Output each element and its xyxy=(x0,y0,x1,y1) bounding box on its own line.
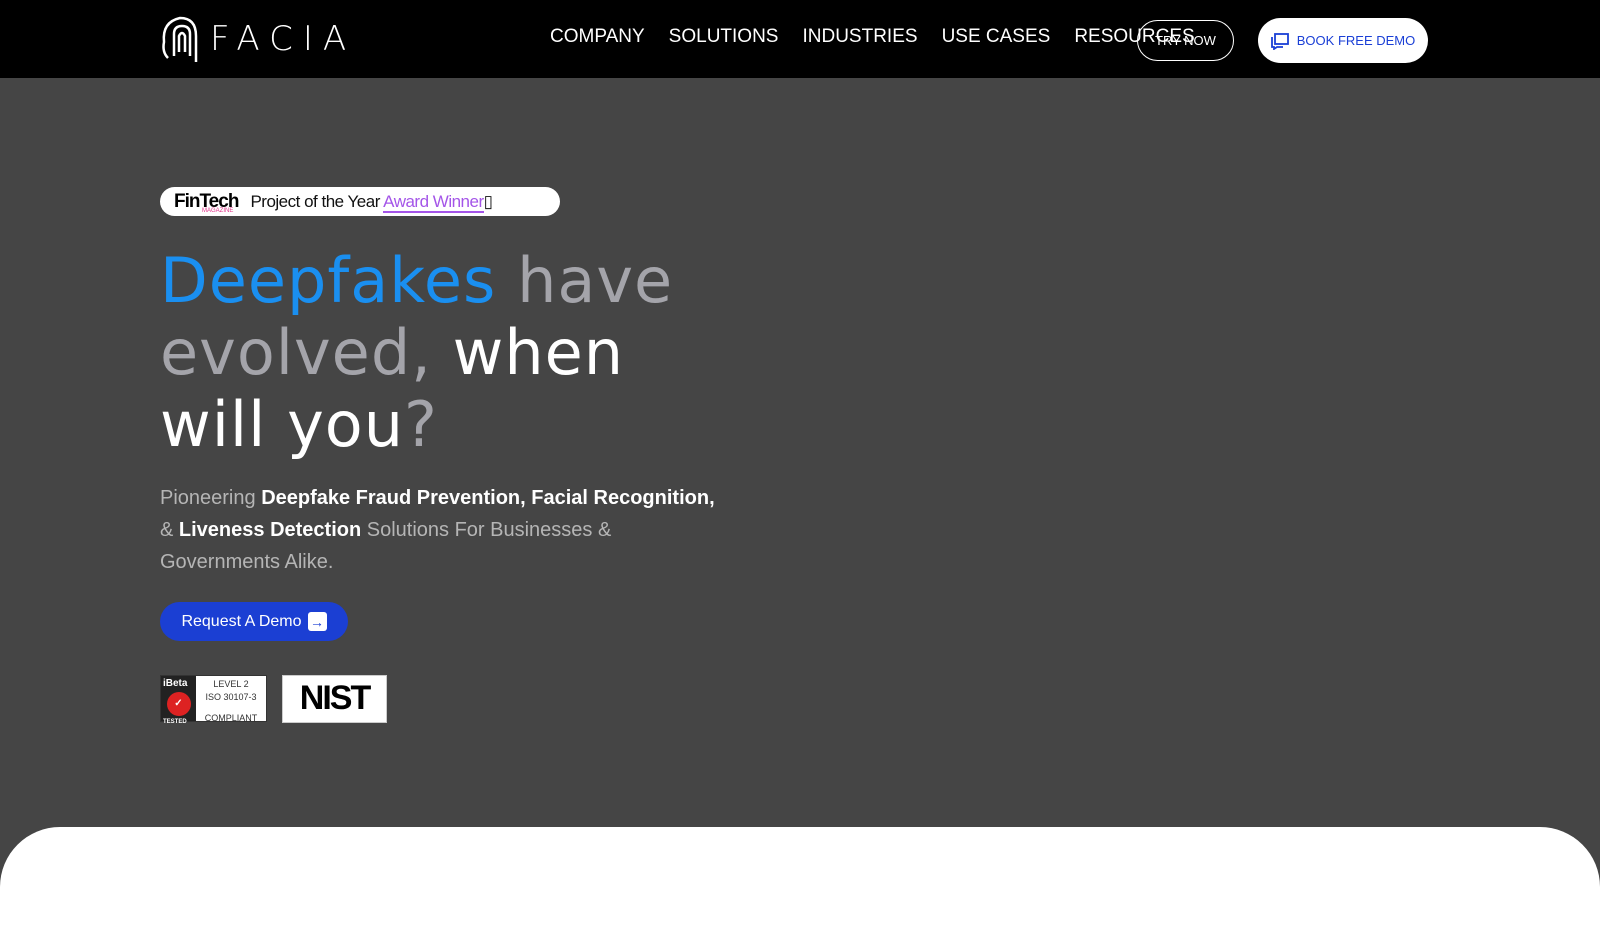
hero-title: Deepfakes have evolved, when will you? xyxy=(160,244,674,461)
fingerprint-head-icon xyxy=(162,16,198,62)
fintech-logo: FinTech MAGAZINE xyxy=(174,190,239,214)
award-link[interactable]: Award Winner xyxy=(383,191,484,213)
menu-company[interactable]: COMPANY xyxy=(550,26,645,48)
request-demo-button[interactable]: Request A Demo → xyxy=(160,602,348,641)
main-menu: COMPANY SOLUTIONS INDUSTRIES USE CASES R… xyxy=(550,26,1195,48)
ibeta-badge: iBeta ✓ TESTED LEVEL 2 ISO 30107-3 COMPLIANT xyxy=(160,675,267,725)
award-text: Project of the Year Award Winner▯ xyxy=(250,191,493,213)
chat-icon xyxy=(1270,32,1289,50)
content-section xyxy=(0,827,1600,927)
arrow-right-icon: → xyxy=(307,612,327,631)
book-demo-button[interactable]: BOOK FREE DEMO xyxy=(1258,18,1428,63)
award-banner[interactable]: FinTech MAGAZINE Project of the Year Awar… xyxy=(160,187,560,216)
top-nav: FACIA COMPANY SOLUTIONS INDUSTRIES USE C… xyxy=(0,0,1600,78)
nist-logo: NIST xyxy=(282,675,387,723)
hero-subtitle: Pioneering Deepfake Fraud Prevention, Fa… xyxy=(160,487,715,573)
checkmark-icon: ✓ xyxy=(166,692,191,716)
missing-glyph-icon: ▯ xyxy=(483,191,493,211)
facia-logo[interactable]: FACIA xyxy=(160,12,356,66)
try-now-button[interactable]: TRY NOW xyxy=(1137,20,1234,61)
menu-use-cases[interactable]: USE CASES xyxy=(942,26,1051,48)
menu-solutions[interactable]: SOLUTIONS xyxy=(669,26,779,48)
menu-industries[interactable]: INDUSTRIES xyxy=(802,26,917,48)
